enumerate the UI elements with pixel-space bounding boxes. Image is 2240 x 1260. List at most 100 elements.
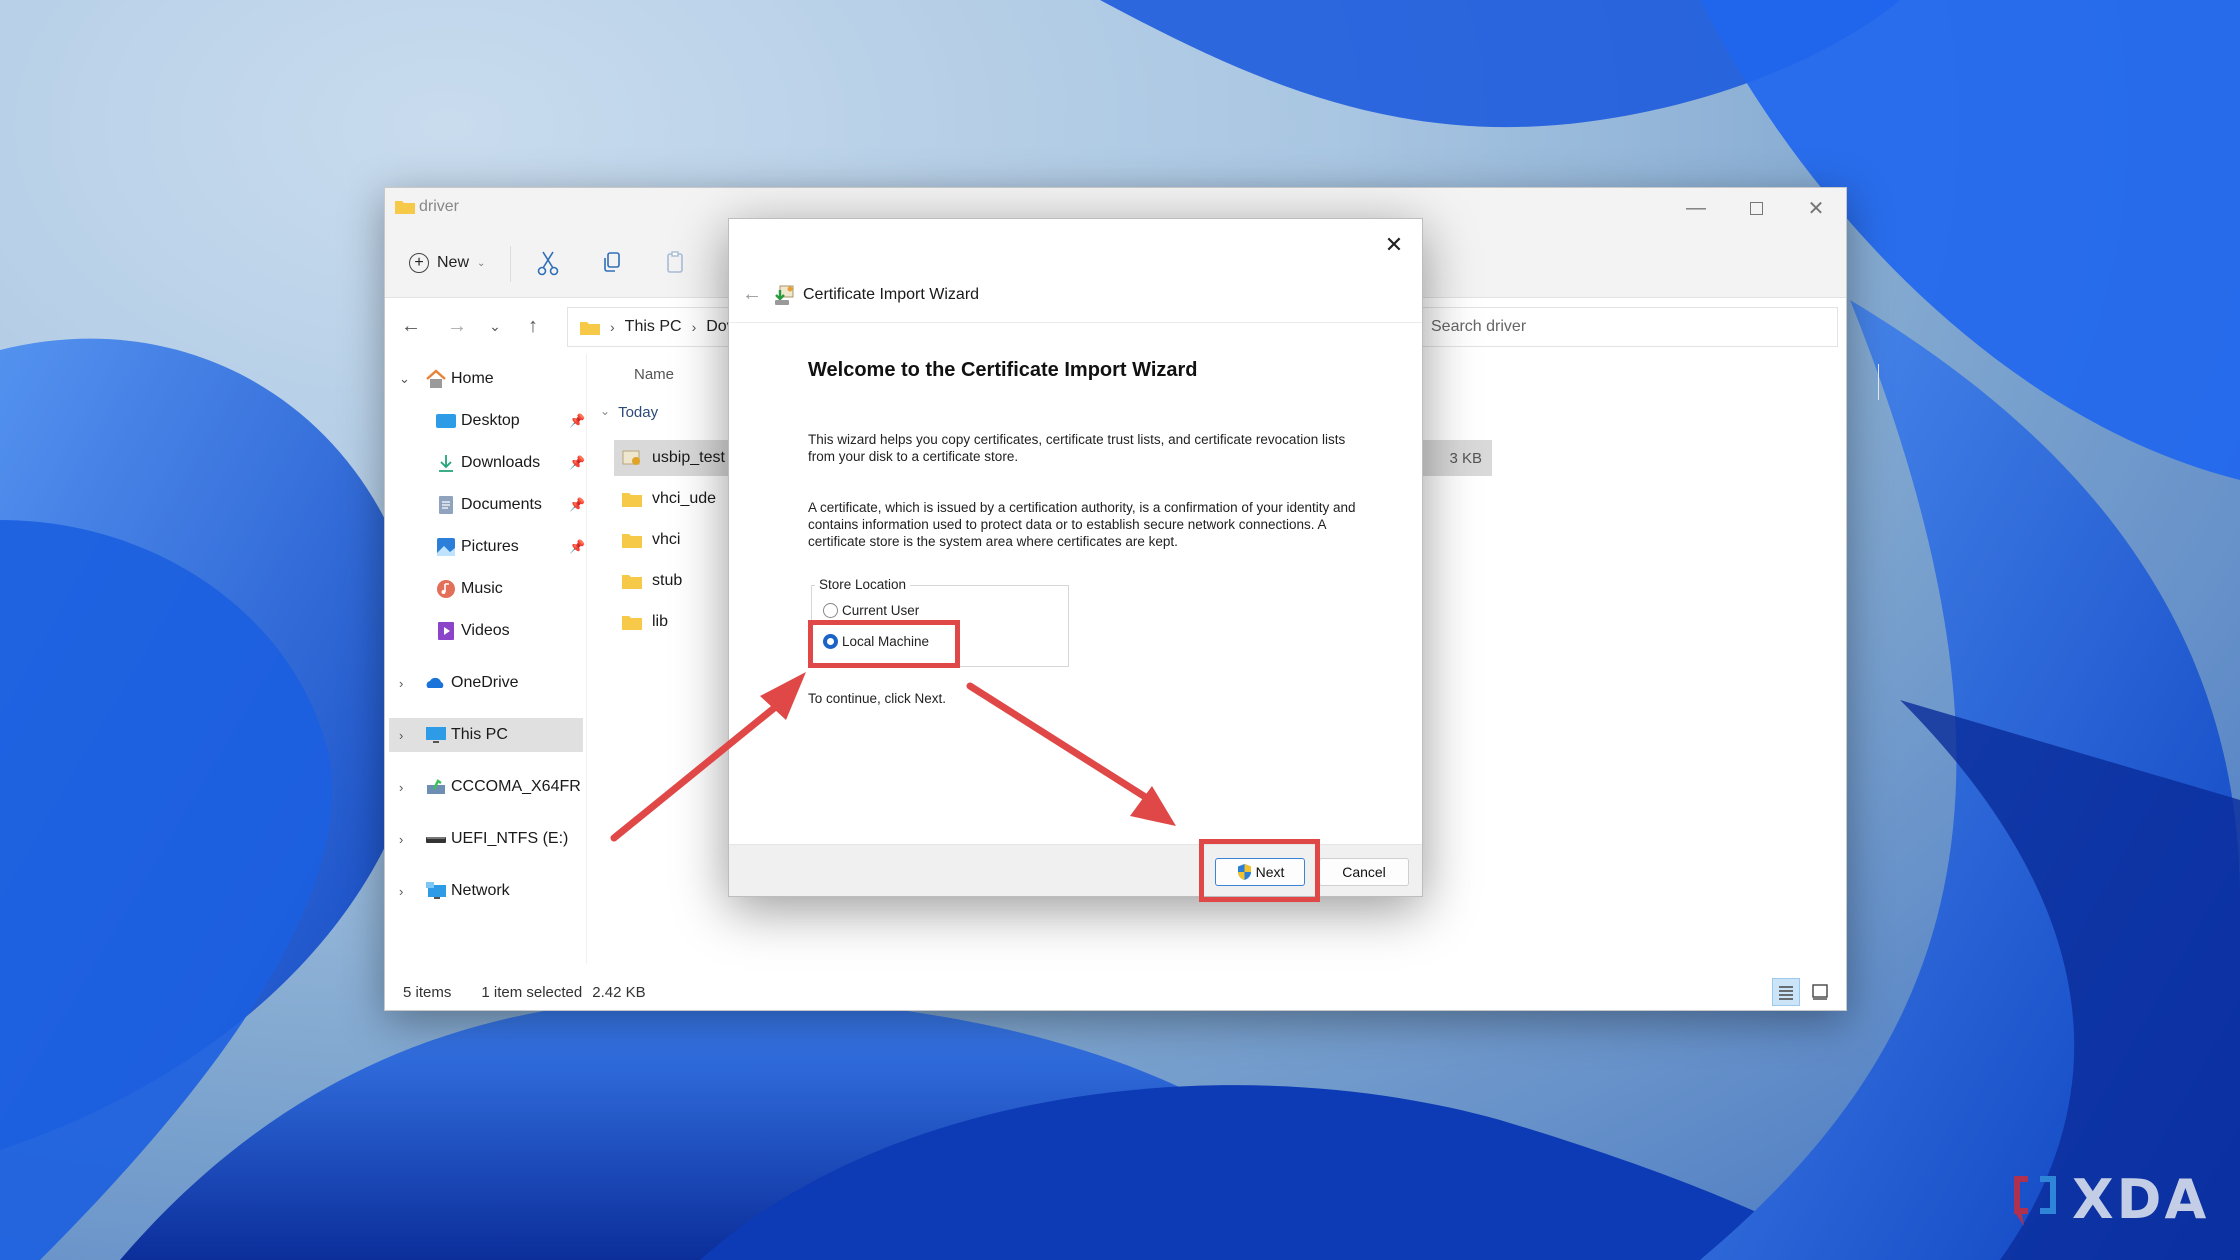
- forward-button[interactable]: →: [443, 312, 471, 340]
- paste-icon[interactable]: [660, 248, 690, 278]
- sidebar-item-onedrive[interactable]: › OneDrive: [389, 666, 583, 700]
- navigation-pane: ⌄ Home Desktop 📌 Downloads 📌 Documents 📌…: [385, 354, 587, 964]
- home-icon: [426, 369, 446, 388]
- file-row-vhci-ude[interactable]: vhci_ude: [614, 481, 716, 517]
- close-window-button[interactable]: ✕: [1786, 188, 1846, 228]
- minimize-icon: —: [1686, 196, 1706, 219]
- pin-icon[interactable]: 📌: [569, 413, 585, 429]
- search-placeholder: Search driver: [1431, 318, 1527, 335]
- arrow-up-icon: ↑: [528, 314, 538, 337]
- back-button[interactable]: ←: [397, 312, 425, 340]
- sidebar-item-pictures[interactable]: Pictures 📌: [389, 530, 585, 564]
- maximize-button[interactable]: [1726, 188, 1786, 228]
- wizard-header: ← Certificate Import Wizard: [729, 267, 1422, 323]
- chevron-right-icon: ›: [399, 831, 404, 847]
- minimize-button[interactable]: —: [1666, 188, 1726, 228]
- close-dialog-button[interactable]: ✕: [1376, 227, 1412, 263]
- wizard-intro-text: This wizard helps you copy certificates,…: [808, 432, 1346, 464]
- dvd-drive-icon: [427, 779, 445, 794]
- pin-icon[interactable]: 📌: [569, 455, 585, 471]
- copy-icon[interactable]: [597, 248, 627, 278]
- recent-locations-button[interactable]: ⌄: [481, 312, 509, 340]
- downloads-icon: [439, 455, 453, 472]
- arrow-right-icon: →: [447, 314, 467, 337]
- new-button[interactable]: + New ⌄: [409, 246, 485, 280]
- file-row-vhci[interactable]: vhci: [614, 522, 680, 558]
- sidebar-item-cccoma-drive[interactable]: › CCCOMA_X64FRE_E: [389, 770, 583, 804]
- sidebar-label: Documents: [461, 496, 542, 513]
- sidebar-label: Network: [451, 882, 510, 899]
- folder-icon: [622, 493, 642, 507]
- sidebar-item-home[interactable]: ⌄ Home: [389, 362, 583, 396]
- xda-wordmark: XDA: [2072, 1168, 2210, 1231]
- file-name: vhci: [652, 531, 681, 548]
- search-input[interactable]: Search driver: [1390, 307, 1838, 347]
- maximize-icon: [1749, 201, 1763, 215]
- new-label: New: [437, 254, 470, 271]
- highlight-box-next: [1199, 839, 1320, 902]
- videos-icon: [438, 622, 454, 640]
- chevron-down-icon: ⌄: [600, 404, 611, 418]
- wizard-heading: Welcome to the Certificate Import Wizard: [808, 359, 1198, 381]
- highlight-box-local-machine: [808, 620, 960, 668]
- sidebar-item-uefi-ntfs-drive[interactable]: › UEFI_NTFS (E:): [389, 822, 583, 856]
- arrow-left-icon: ←: [401, 314, 421, 337]
- column-header-name[interactable]: Name: [634, 366, 674, 383]
- certificate-wizard-icon: [775, 285, 794, 305]
- sidebar-label: Desktop: [461, 412, 520, 429]
- certificate-file-icon: [622, 450, 640, 465]
- window-title: driver: [419, 198, 460, 215]
- sidebar-item-network[interactable]: › Network: [389, 874, 583, 908]
- details-view-icon: [1779, 986, 1793, 1000]
- xda-logo-icon: [2014, 1175, 2056, 1226]
- up-button[interactable]: ↑: [519, 312, 547, 340]
- toolbar-divider: [510, 246, 511, 282]
- file-row-lib[interactable]: lib: [614, 604, 668, 640]
- store-location-label: Store Location: [815, 577, 911, 592]
- details-view-button[interactable]: [1772, 978, 1800, 1006]
- file-name: vhci_ude: [652, 490, 717, 507]
- cut-icon[interactable]: [533, 248, 563, 278]
- sidebar-item-downloads[interactable]: Downloads 📌: [389, 446, 585, 480]
- column-divider[interactable]: [1878, 364, 1879, 400]
- breadcrumb-separator: ›: [691, 319, 697, 335]
- sidebar-label: Videos: [461, 622, 510, 639]
- wizard-description-text: A certificate, which is issued by a cert…: [808, 500, 1356, 549]
- radio-label: Current User: [842, 603, 920, 618]
- breadcrumb-separator: ›: [610, 319, 615, 335]
- sidebar-item-documents[interactable]: Documents 📌: [389, 488, 585, 522]
- chevron-down-icon: ⌄: [477, 257, 486, 269]
- sidebar-item-videos[interactable]: Videos: [389, 614, 583, 648]
- sidebar-label: OneDrive: [451, 674, 519, 691]
- file-name: lib: [652, 613, 669, 630]
- tiles-view-button[interactable]: [1806, 978, 1834, 1006]
- radio-button-unchecked[interactable]: [823, 603, 838, 618]
- view-switcher: [1772, 978, 1834, 1006]
- file-row-stub[interactable]: stub: [614, 563, 682, 599]
- selection-size: 2.42 KB: [592, 983, 646, 1001]
- sidebar-item-desktop[interactable]: Desktop 📌: [389, 404, 585, 438]
- pin-icon[interactable]: 📌: [569, 497, 585, 513]
- wizard-back-button[interactable]: ←: [737, 280, 767, 310]
- desktop-icon: [436, 414, 456, 428]
- pin-icon[interactable]: 📌: [569, 539, 585, 555]
- sidebar-item-this-pc[interactable]: › This PC: [389, 718, 583, 752]
- sidebar-label: This PC: [451, 726, 508, 743]
- cancel-button[interactable]: Cancel: [1319, 858, 1409, 886]
- plus-circle-icon: +: [409, 253, 429, 273]
- folder-icon: [622, 534, 642, 548]
- network-icon: [426, 882, 446, 899]
- sidebar-item-music[interactable]: Music: [389, 572, 583, 606]
- folder-icon: [580, 321, 600, 335]
- sidebar-label: Music: [461, 580, 503, 597]
- sidebar-label: UEFI_NTFS (E:): [451, 830, 569, 847]
- breadcrumb-this-pc[interactable]: This PC: [625, 318, 682, 336]
- certificate-import-wizard-dialog: ✕ ← Certificate Import Wizard Welcome to…: [728, 218, 1423, 897]
- radio-current-user[interactable]: Current User: [823, 603, 919, 618]
- tiles-view-icon: [1812, 984, 1828, 1000]
- group-header-today[interactable]: ⌄ Today: [600, 404, 658, 421]
- file-name: usbip_test: [652, 449, 725, 466]
- status-bar: 5 items 1 item selected 2.42 KB: [385, 974, 1846, 1010]
- onedrive-icon: [426, 677, 444, 688]
- sidebar-label: Downloads: [461, 454, 541, 471]
